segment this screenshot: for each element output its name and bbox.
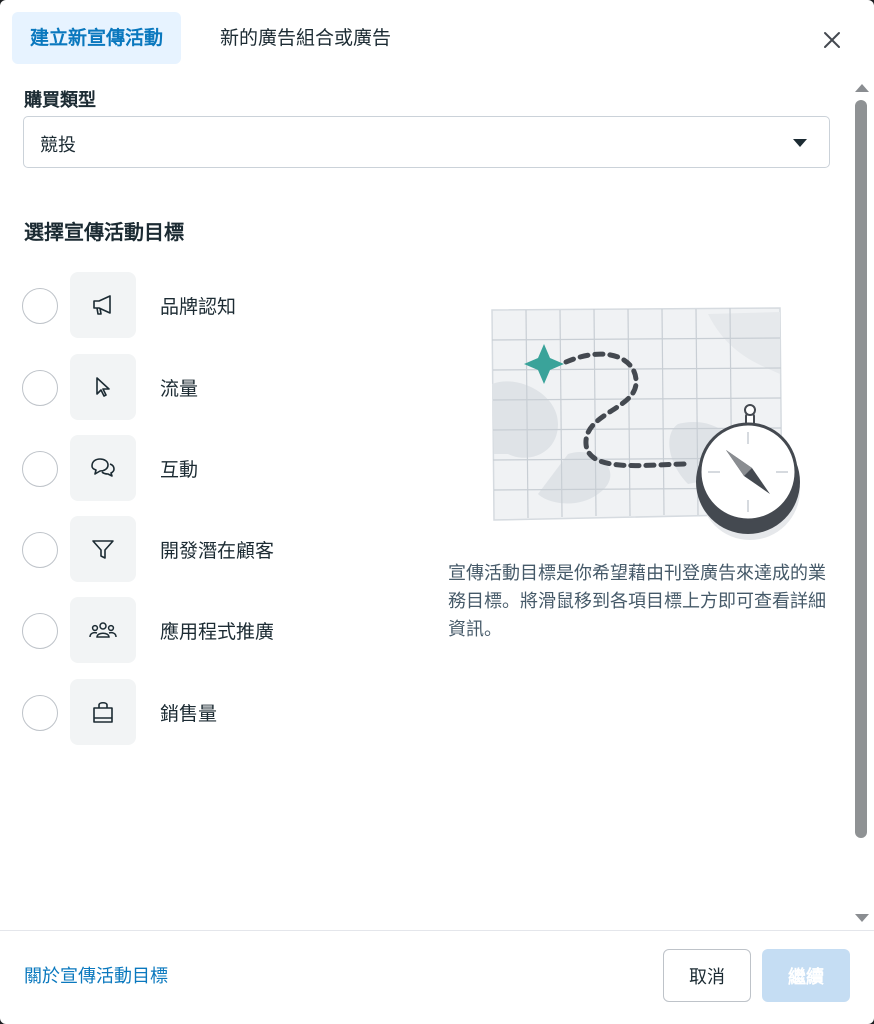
map-compass-illustration xyxy=(488,304,808,540)
footer-divider xyxy=(0,930,874,931)
option-icon-tile xyxy=(70,272,136,338)
option-label: 流量 xyxy=(160,378,199,400)
objective-description: 宣傳活動目標是你希望藉由刊登廣告來達成的業務目標。將滑鼠移到各項目標上方即可查看… xyxy=(448,563,826,640)
funnel-icon xyxy=(92,540,114,559)
shopping-bag-icon xyxy=(93,701,113,723)
objective-heading: 選擇宣傳活動目標 xyxy=(24,220,184,244)
tab-new-campaign[interactable]: 建立新宣傳活動 xyxy=(12,12,182,64)
buying-type-value: 競投 xyxy=(40,135,76,156)
option-label: 開發潛在顧客 xyxy=(160,540,275,562)
scroll-down-arrow[interactable] xyxy=(855,914,869,922)
close-icon xyxy=(824,32,840,48)
radio-button[interactable] xyxy=(22,288,58,324)
option-icon-tile xyxy=(70,679,136,745)
option-icon-tile xyxy=(70,435,136,501)
option-label: 品牌認知 xyxy=(160,296,237,318)
objective-option-sales[interactable]: 銷售量 xyxy=(22,679,412,747)
option-icon-tile xyxy=(70,597,136,663)
continue-button[interactable]: 繼續 xyxy=(762,949,850,1002)
objective-option-app-promotion[interactable]: 應用程式推廣 xyxy=(22,597,412,665)
objective-option-engagement[interactable]: 互動 xyxy=(22,435,412,503)
people-icon xyxy=(89,622,117,638)
objective-option-traffic[interactable]: 流量 xyxy=(22,354,412,422)
option-label: 互動 xyxy=(160,459,199,481)
radio-button[interactable] xyxy=(22,532,58,568)
about-objectives-link[interactable]: 關於宣傳活動目標 xyxy=(24,962,168,988)
option-label: 應用程式推廣 xyxy=(160,621,275,643)
caret-down-icon xyxy=(793,139,807,147)
objective-option-awareness[interactable]: 品牌認知 xyxy=(22,272,412,340)
radio-button[interactable] xyxy=(22,370,58,406)
create-campaign-dialog: 建立新宣傳活動 新的廣告組合或廣告 購買類型 競投 選擇宣傳活動目標 品牌認知 xyxy=(0,0,874,1024)
buying-type-label: 購買類型 xyxy=(24,90,96,111)
option-label: 銷售量 xyxy=(160,703,218,725)
cancel-button[interactable]: 取消 xyxy=(663,949,751,1002)
radio-button[interactable] xyxy=(22,613,58,649)
radio-button[interactable] xyxy=(22,695,58,731)
option-icon-tile xyxy=(70,354,136,420)
buying-type-select[interactable]: 競投 xyxy=(23,116,830,168)
scrollbar-thumb[interactable] xyxy=(855,100,867,838)
close-button[interactable] xyxy=(816,24,848,56)
dialog-header: 建立新宣傳活動 新的廣告組合或廣告 xyxy=(0,0,874,76)
objective-option-leads[interactable]: 開發潛在顧客 xyxy=(22,516,412,584)
cursor-icon xyxy=(96,377,110,397)
scroll-up-arrow[interactable] xyxy=(855,84,869,92)
megaphone-icon xyxy=(93,295,111,315)
option-icon-tile xyxy=(70,516,136,582)
radio-button[interactable] xyxy=(22,451,58,487)
tab-new-adset-or-ad[interactable]: 新的廣告組合或廣告 xyxy=(202,12,409,64)
chat-bubbles-icon xyxy=(91,458,115,477)
